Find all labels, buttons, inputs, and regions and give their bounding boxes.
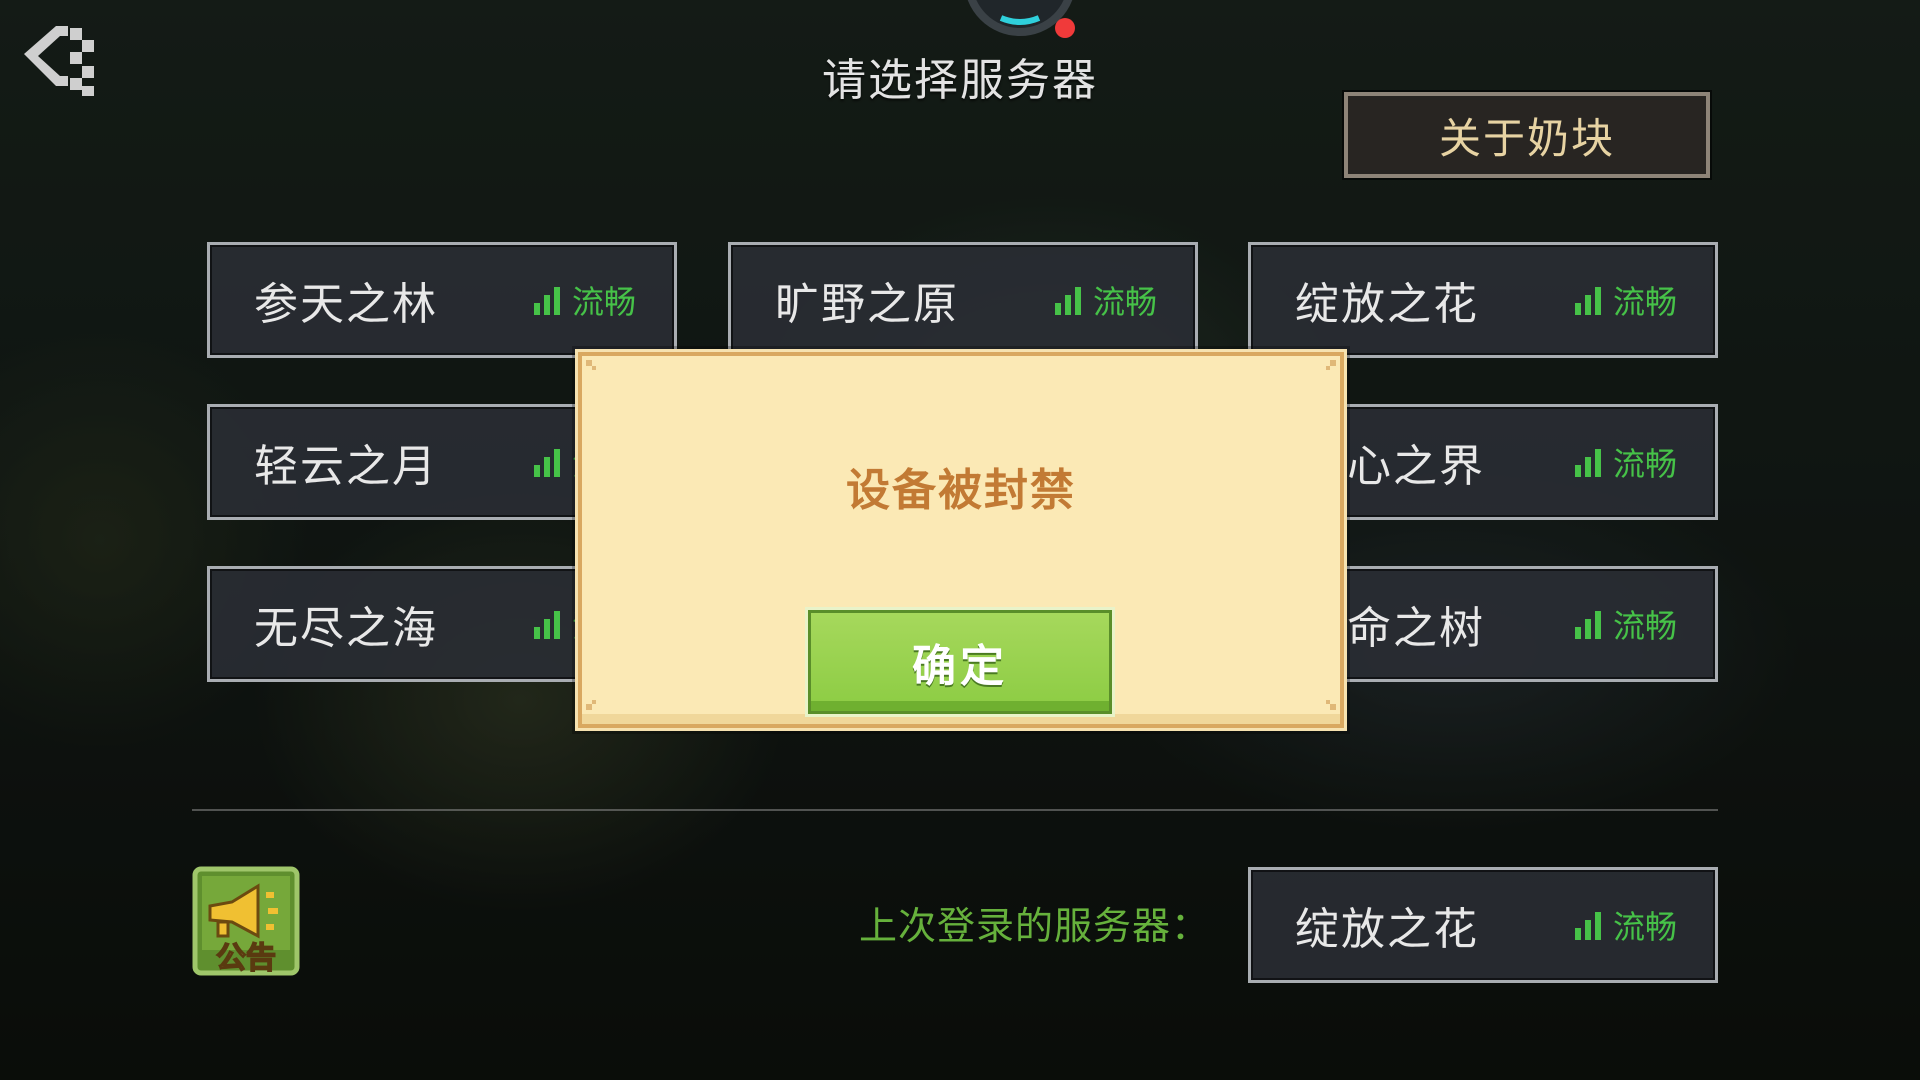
- status-text: 流畅: [1612, 607, 1677, 645]
- server-status: 流畅: [1573, 277, 1677, 323]
- server-status: 流畅: [1573, 601, 1677, 647]
- server-status: 流畅: [1053, 277, 1157, 323]
- last-login-label: 上次登录的服务器：: [858, 904, 1210, 948]
- status-text: 流畅: [571, 283, 636, 321]
- status-text: 流畅: [1092, 283, 1157, 321]
- server-name: 无尽之海: [254, 603, 438, 654]
- signal-icon: [1574, 912, 1601, 940]
- signal-icon: [1574, 287, 1601, 315]
- back-icon[interactable]: [16, 14, 98, 98]
- server-card[interactable]: 参天之林 流畅: [207, 242, 677, 358]
- status-text: 流畅: [1612, 908, 1677, 946]
- server-name: 命之树: [1347, 603, 1485, 654]
- status-text: 流畅: [1612, 445, 1677, 483]
- server-name: 绽放之花: [1295, 279, 1479, 330]
- about-button[interactable]: 关于奶块: [1342, 90, 1712, 180]
- signal-icon: [1574, 449, 1601, 477]
- dialog-corner-ornament: [586, 700, 596, 710]
- last-login-server-card[interactable]: 绽放之花 流畅: [1248, 867, 1718, 983]
- notice-label: 公告: [216, 941, 276, 976]
- server-name: 参天之林: [254, 279, 438, 330]
- server-name: 轻云之月: [254, 441, 438, 492]
- server-name: 绽放之花: [1295, 904, 1479, 955]
- server-status: 流畅: [1573, 439, 1677, 485]
- signal-icon: [533, 449, 560, 477]
- dialog-corner-ornament: [1326, 700, 1336, 710]
- confirm-button[interactable]: 确定: [805, 607, 1115, 717]
- dial-icon[interactable]: [955, 0, 1085, 44]
- server-name: 心之界: [1347, 441, 1485, 492]
- server-status: 流畅: [1573, 902, 1677, 948]
- signal-icon: [533, 611, 560, 639]
- ban-dialog: 设备被封禁 确定: [575, 349, 1347, 731]
- dialog-corner-ornament: [586, 360, 596, 370]
- dialog-corner-ornament: [1326, 360, 1336, 370]
- signal-icon: [1054, 287, 1081, 315]
- dialog-message: 设备被封禁: [846, 465, 1076, 516]
- server-name: 旷野之原: [775, 279, 959, 330]
- server-card[interactable]: 旷野之原 流畅: [728, 242, 1198, 358]
- notice-button[interactable]: 公告: [192, 866, 300, 976]
- signal-icon: [1574, 611, 1601, 639]
- server-card[interactable]: 绽放之花 流畅: [1248, 242, 1718, 358]
- divider: [192, 809, 1718, 811]
- status-text: 流畅: [1612, 283, 1677, 321]
- signal-icon: [533, 287, 560, 315]
- page-title: 请选择服务器: [822, 55, 1098, 106]
- server-status: 流畅: [532, 277, 636, 323]
